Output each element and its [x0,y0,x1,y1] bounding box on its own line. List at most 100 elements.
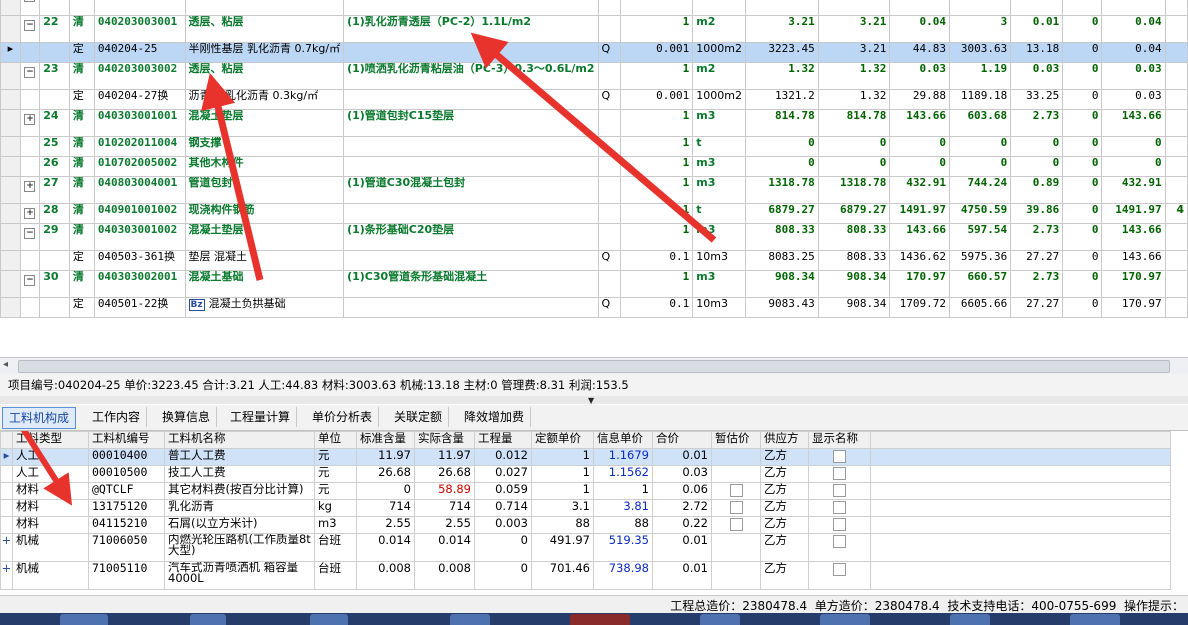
tab-unit-price-analysis[interactable]: 单价分析表 [306,407,380,427]
category-cell[interactable] [597,109,622,137]
item-feature-cell[interactable]: 性沥青混凝土 细粒式AC-13C [343,0,599,16]
unit-cell[interactable]: 1000m2 [692,42,747,63]
composite-price-cell[interactable]: 3.21 [745,15,819,43]
header-unit[interactable]: 单位 [314,431,357,449]
total-price-cell[interactable]: 1.32 [817,89,891,110]
sum-cell[interactable]: 0.01 [652,561,712,590]
row-header[interactable] [0,176,21,204]
estimate-cell[interactable] [711,561,761,590]
row-header[interactable]: ▸ [0,42,21,63]
material-cost-cell[interactable]: 6605.66 [949,297,1012,318]
estimate-cell[interactable] [711,465,761,483]
quantity-cell[interactable]: 0.1 [620,250,694,271]
main-material-cell[interactable]: 0 [1062,156,1103,177]
show-name-checkbox[interactable] [833,563,846,576]
supplier-cell[interactable]: 乙方 [760,561,809,590]
item-name-cell[interactable]: 钢支撑 [184,136,345,157]
info-price-cell[interactable]: 1 [593,482,653,500]
labor-cost-cell[interactable]: 1436.62 [889,250,951,271]
header-supplier[interactable]: 供应方 [760,431,809,449]
item-feature-cell[interactable] [343,297,599,318]
item-name-cell[interactable]: 垫层 混凝土 [184,250,345,271]
item-code-cell[interactable]: 040803004001 [93,176,186,204]
show-name-checkbox[interactable] [833,450,846,463]
item-feature-cell[interactable]: (1)C30管道条形基础混凝土 [343,270,599,298]
item-name-cell[interactable]: 沥青层 乳化沥青 0.3kg/㎡ [184,89,345,110]
row-indicator[interactable]: + [0,533,13,562]
labor-cost-cell[interactable]: 143.66 [889,223,951,251]
item-feature-cell[interactable] [343,250,599,271]
name-cell[interactable]: 汽车式沥青喷洒机 箱容量4000L [164,561,315,590]
supplier-cell[interactable]: 乙方 [760,448,809,466]
show-name-cell[interactable] [808,448,871,466]
row-header[interactable] [0,203,21,224]
std-qty-cell[interactable]: 11.97 [356,448,415,466]
item-name-cell[interactable]: 其他木构件 [184,156,345,177]
row-header[interactable] [0,109,21,137]
show-name-cell[interactable] [808,516,871,534]
item-name-cell[interactable]: 管道包封 [184,176,345,204]
management-fee-cell[interactable]: 0.03 [1101,62,1166,90]
machine-cost-cell[interactable]: 0.89 [1010,176,1064,204]
item-feature-cell[interactable]: (1)条形基础C20垫层 [343,223,599,251]
type-cell[interactable]: 机械 [12,561,89,590]
header-show-name[interactable]: 显示名称 [808,431,871,449]
machine-cost-cell[interactable]: 33.25 [1010,89,1064,110]
quantity-cell[interactable]: 1 [620,109,694,137]
labor-cost-cell[interactable]: 0.03 [889,62,951,90]
item-code-cell[interactable]: 010202011004 [93,136,186,157]
bill-row[interactable]: +28 清 040901001002 现浇构件钢筋 1 t 6879.27 6879.27 14… [0,203,1188,224]
row-number-cell[interactable]: 30 [39,270,70,298]
collapse-icon[interactable]: − [24,67,36,78]
header-info-price[interactable]: 信息单价 [593,431,653,449]
main-material-cell[interactable]: 0 [1062,297,1103,318]
machine-cost-cell[interactable]: 0 [1010,136,1064,157]
sum-cell[interactable]: 0.06 [652,482,712,500]
machine-cost-cell[interactable]: 2.73 [1010,109,1064,137]
composite-price-cell[interactable]: 9083.43 [745,297,819,318]
row-kind-cell[interactable]: 定 [68,89,95,110]
unit-cell[interactable]: 台班 [314,533,357,562]
category-cell[interactable] [597,203,622,224]
name-cell[interactable]: 内燃光轮压路机(工作质量8t 大型) [164,533,315,562]
sum-cell[interactable]: 0.01 [652,448,712,466]
row-number-cell[interactable] [39,42,70,63]
show-name-checkbox[interactable] [833,501,846,514]
management-fee-cell[interactable]: 143.66 [1101,250,1166,271]
item-name-cell[interactable]: 透层、粘层 [184,15,345,43]
supplier-cell[interactable]: 乙方 [760,482,809,500]
material-cost-cell[interactable]: 0 [949,136,1012,157]
info-price-cell[interactable]: 1.1562 [593,465,653,483]
std-qty-cell[interactable]: 0.014 [356,533,415,562]
row-kind-cell[interactable]: 清 [68,223,95,251]
taskbar-item[interactable] [190,614,226,625]
header-type[interactable]: 工料类型 [12,431,89,449]
resource-row[interactable]: 材料 @QTCLF 其它材料费(按百分比计算) 元 0 58.89 0.059 1 1 0.06 乙… [0,482,1171,500]
management-fee-cell[interactable]: 432.91 [1101,176,1166,204]
row-kind-cell[interactable]: 定 [68,42,95,63]
quantity-cell[interactable]: 0 [474,533,532,562]
item-code-cell[interactable]: 040501-22换 [93,297,186,318]
estimate-checkbox[interactable] [729,518,743,531]
total-price-cell[interactable]: 814.78 [817,109,891,137]
item-code-cell[interactable]: 040303001002 [93,223,186,251]
quantity-cell[interactable]: 1 [620,156,694,177]
labor-cost-cell[interactable]: 170.97 [889,270,951,298]
unit-cell[interactable]: t [692,136,747,157]
estimate-cell[interactable] [711,448,761,466]
category-cell[interactable]: Q [597,89,622,110]
estimate-checkbox[interactable] [729,484,743,497]
machine-cost-cell[interactable]: 2.73 [1010,223,1064,251]
management-fee-cell[interactable]: 170.97 [1101,297,1166,318]
labor-cost-cell[interactable]: 1709.72 [889,297,951,318]
category-cell[interactable] [597,156,622,177]
row-header[interactable] [0,0,21,16]
tab-labor-material-machine[interactable]: 工料机构成 [2,407,77,429]
collapse-icon[interactable]: − [24,275,36,286]
management-fee-cell[interactable]: 0.03 [1101,89,1166,110]
management-fee-cell[interactable] [1101,0,1166,16]
item-code-cell[interactable]: 040203003002 [93,62,186,90]
show-name-cell[interactable] [808,533,871,562]
item-name-cell[interactable]: 半刚性基层 乳化沥青 0.7kg/㎡ [184,42,345,63]
management-fee-cell[interactable]: 0 [1101,156,1166,177]
